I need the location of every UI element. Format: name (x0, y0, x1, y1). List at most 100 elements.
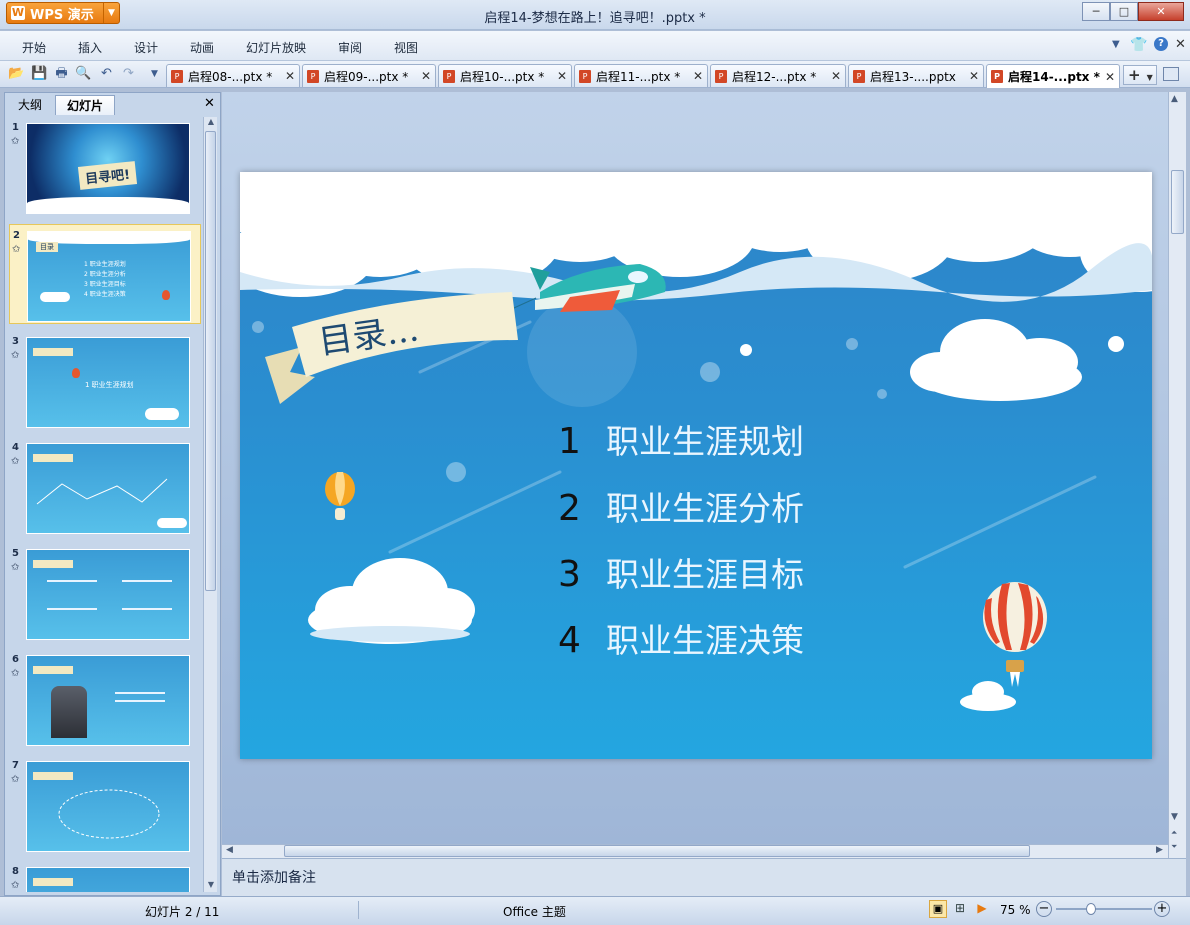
ppt-file-icon: P (307, 69, 319, 83)
redo-icon[interactable]: ↷ (120, 66, 137, 82)
ppt-file-icon: P (991, 70, 1003, 83)
menu-design[interactable]: 设计 (134, 39, 158, 56)
doc-tab-label: 启程14-...ptx * (1008, 70, 1100, 84)
toc-item-number: 3 (558, 554, 581, 595)
close-tab-icon[interactable]: ✕ (689, 69, 703, 83)
slide-thumbnail-5[interactable]: 5 ✩ (9, 543, 201, 643)
toc-item-number: 1 (558, 421, 581, 462)
print-preview-icon[interactable]: 🔍 (75, 66, 92, 82)
zoom-slider-handle[interactable] (1085, 903, 1096, 915)
ppt-file-icon: P (579, 69, 591, 83)
slide-thumbnail-3[interactable]: 3 ✩ 1 职业生涯规划 (9, 331, 201, 431)
thumbnail-preview: 目录 1 职业生涯规划 2 职业生涯分析 3 职业生涯目标 4 职业生涯决策 (27, 231, 191, 322)
doc-tab-13[interactable]: P 启程13-....pptx ✕ (848, 64, 984, 87)
doc-tab-08[interactable]: P 启程08-...ptx * ✕ (166, 64, 300, 87)
slide-thumbnail-2[interactable]: 2 ✩ 目录 1 职业生涯规划 2 职业生涯分析 3 职业生涯目标 4 职业生涯… (9, 224, 201, 324)
save-icon[interactable]: 💾 (31, 66, 48, 82)
close-tab-icon[interactable]: ✕ (827, 69, 841, 83)
doc-tab-label: 启程12-...ptx * (732, 69, 817, 84)
toc-item-4: 4 职业生涯决策 (558, 614, 804, 662)
title-bar: W WPS 演示 ▼ 启程14-梦想在路上！追寻吧！.pptx * ─ □ ✕ (0, 0, 1190, 30)
thumbnail-preview (26, 443, 190, 534)
slide-thumbnail-4[interactable]: 4 ✩ (9, 437, 201, 537)
slide-thumbnail-7[interactable]: 7 ✩ (9, 755, 201, 855)
menu-insert[interactable]: 插入 (78, 39, 102, 56)
minimize-button[interactable]: ─ (1082, 2, 1110, 21)
ppt-file-icon: P (443, 69, 455, 83)
zoom-out-icon[interactable]: − (1036, 901, 1052, 917)
scroll-up-arrow-icon: ▲ (1171, 94, 1178, 104)
animation-star-icon: ✩ (11, 562, 20, 573)
status-bar: 幻灯片 2 / 11 Office 主题 ▣ ⊞ ▶ 75 % − + (0, 896, 1190, 925)
notes-pane[interactable]: 单击添加备注 (222, 858, 1186, 896)
animation-star-icon: ✩ (11, 880, 20, 891)
toc-item-number: 4 (558, 620, 581, 661)
close-tab-icon[interactable]: ✕ (553, 69, 567, 83)
scroll-down-arrow-icon: ▼ (207, 880, 215, 889)
animation-star-icon: ✩ (11, 136, 20, 147)
current-slide[interactable]: 目录... 1 职业生涯规划 2 职业生涯分析 3 职业生涯目标 4 职业生涯决… (240, 172, 1152, 759)
toc-item-label: 职业生涯规划 (606, 422, 804, 461)
doc-tab-11[interactable]: P 启程11-...ptx * ✕ (574, 64, 708, 87)
close-doc-icon[interactable]: ✕ (1175, 37, 1186, 52)
toc-item-label: 职业生涯分析 (606, 489, 804, 528)
close-tab-icon[interactable]: ✕ (281, 69, 295, 83)
doc-tab-12[interactable]: P 启程12-...ptx * ✕ (710, 64, 846, 87)
toc-item-number: 2 (558, 488, 581, 529)
slide-sorter-view-icon[interactable]: ⊞ (951, 900, 969, 918)
doc-tab-09[interactable]: P 启程09-...ptx * ✕ (302, 64, 436, 87)
thumbnail-number: 1 (12, 122, 19, 133)
help-icon[interactable]: ? (1154, 37, 1168, 51)
close-tab-icon[interactable]: ✕ (965, 69, 979, 83)
close-tab-icon[interactable]: ✕ (1101, 70, 1115, 84)
zoom-level: 75 % (1000, 903, 1031, 917)
close-tab-icon[interactable]: ✕ (417, 69, 431, 83)
normal-view-icon[interactable]: ▣ (929, 900, 947, 918)
slide-thumbnail-6[interactable]: 6 ✩ (9, 649, 201, 749)
menu-home[interactable]: 开始 (22, 39, 46, 56)
menu-slideshow[interactable]: 幻灯片放映 (246, 39, 306, 56)
maximize-button[interactable]: □ (1110, 2, 1138, 21)
scroll-up-arrow-icon: ▲ (207, 117, 215, 126)
thumbnail-scrollbar[interactable]: ▲ ▼ (203, 117, 217, 892)
tab-outline[interactable]: 大纲 (9, 95, 51, 115)
editor-horizontal-scrollbar[interactable]: ◀ ▶ (222, 844, 1168, 858)
collapse-ribbon-icon[interactable]: ▼ (1112, 39, 1120, 50)
close-panel-icon[interactable]: ✕ (204, 96, 215, 111)
tab-slides[interactable]: 幻灯片 (55, 95, 115, 115)
thumbnail-number: 3 (12, 336, 19, 347)
thumbnail-preview: 目寻吧! (26, 123, 190, 214)
print-icon[interactable]: 🖶 (53, 66, 70, 82)
thumbnail-number: 8 (12, 866, 19, 877)
scroll-thumb (1171, 170, 1184, 234)
zoom-slider-track[interactable] (1056, 908, 1152, 910)
zoom-in-icon[interactable]: + (1154, 901, 1170, 917)
toc-item-2: 2 职业生涯分析 (558, 482, 804, 530)
new-tab-button[interactable]: + ▼ (1123, 65, 1157, 85)
thumbnail-number: 5 (12, 548, 19, 559)
undo-icon[interactable]: ↶ (98, 66, 115, 82)
editor-vertical-scrollbar[interactable]: ▲ ▼ ⏶ ⏷ (1168, 92, 1186, 858)
menu-animation[interactable]: 动画 (190, 39, 214, 56)
skin-icon[interactable]: 👕 (1130, 37, 1147, 53)
ppt-file-icon: P (171, 69, 183, 83)
menu-review[interactable]: 审阅 (338, 39, 362, 56)
close-window-button[interactable]: ✕ (1138, 2, 1184, 21)
slideshow-view-icon[interactable]: ▶ (973, 900, 991, 918)
doc-tab-10[interactable]: P 启程10-...ptx * ✕ (438, 64, 572, 87)
slide-thumbnail-1[interactable]: 1 ✩ 目寻吧! (9, 117, 201, 217)
scroll-thumb (284, 845, 1030, 857)
menu-view[interactable]: 视图 (394, 39, 418, 56)
tab-list-icon[interactable] (1163, 67, 1179, 81)
ppt-file-icon: P (853, 69, 865, 83)
scroll-right-arrow-icon: ▶ (1156, 845, 1163, 855)
slide-background-art (240, 172, 1152, 711)
thumbnail-title: 目录 (36, 242, 58, 252)
doc-tab-label: 启程08-...ptx * (188, 69, 273, 84)
thumbnail-preview (26, 549, 190, 640)
doc-tab-14-active[interactable]: P 启程14-...ptx * ✕ (986, 64, 1120, 88)
notes-placeholder[interactable]: 单击添加备注 (232, 867, 316, 887)
customize-toolbar-icon[interactable]: ▼ (146, 66, 163, 82)
slide-thumbnail-8[interactable]: 8 ✩ (9, 861, 201, 892)
open-folder-icon[interactable]: 📂 (8, 66, 25, 82)
